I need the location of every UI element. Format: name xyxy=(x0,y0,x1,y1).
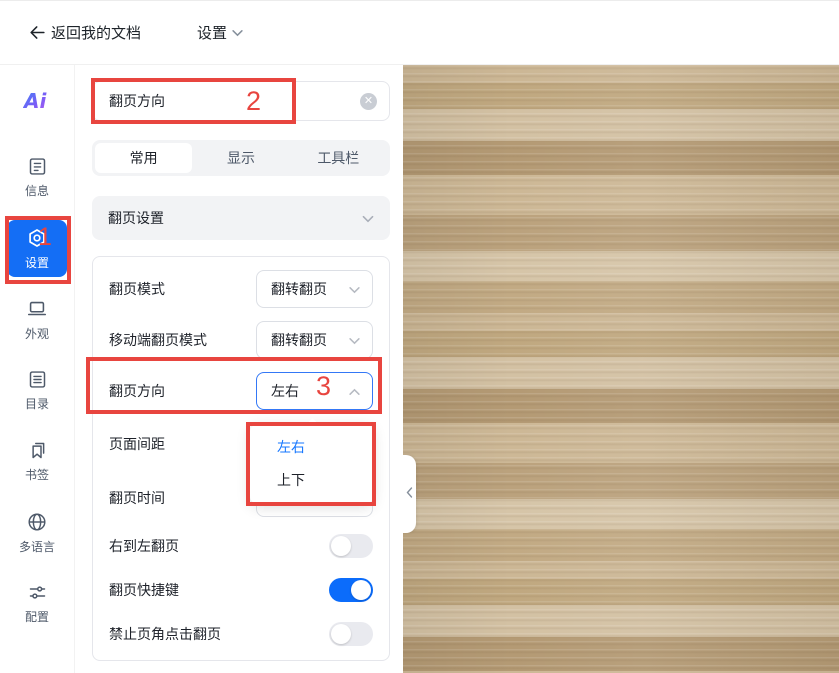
top-bar: 返回我的文档 设置 xyxy=(0,1,839,65)
chevron-left-icon xyxy=(406,487,413,501)
row-label: 翻页模式 xyxy=(109,279,165,299)
select-value: 翻转翻页 xyxy=(271,279,327,299)
row-label: 禁止页角点击翻页 xyxy=(109,624,221,644)
flip-settings-section-header[interactable]: 翻页设置 xyxy=(92,196,390,240)
row-label: 翻页方向 xyxy=(109,381,165,401)
sidebar-item-label: 书签 xyxy=(25,466,49,483)
setting-row-flip-shortcut: 翻页快捷键 xyxy=(109,577,373,603)
sidebar-item-bookmark[interactable]: 书签 xyxy=(7,433,67,490)
sidebar-item-info[interactable]: 信息 xyxy=(7,149,67,206)
flip-direction-dropdown: 左右 上下 xyxy=(250,424,373,504)
tab-display[interactable]: 显示 xyxy=(192,143,289,173)
app-logo-icon: Ai xyxy=(23,89,51,113)
chevron-down-icon xyxy=(349,332,360,348)
dropdown-option-horizontal[interactable]: 左右 xyxy=(250,431,373,464)
select-value: 左右 xyxy=(271,381,299,401)
row-label: 右到左翻页 xyxy=(109,536,179,556)
flip-shortcut-toggle[interactable] xyxy=(329,578,373,602)
toc-list-icon xyxy=(27,369,48,390)
flip-direction-select[interactable]: 左右 xyxy=(256,372,373,410)
sidebar-item-label: 配置 xyxy=(25,608,49,625)
sidebar-item-appearance[interactable]: 外观 xyxy=(7,291,67,348)
select-value: 翻转翻页 xyxy=(271,330,327,350)
setting-row-mobile-flip-mode: 移动端翻页模式 翻转翻页 xyxy=(109,321,373,359)
sidebar-nav: 信息 设置 外观 xyxy=(7,149,67,632)
chevron-down-icon xyxy=(349,281,360,297)
sidebar-item-toc[interactable]: 目录 xyxy=(7,362,67,419)
document-preview xyxy=(403,65,839,673)
section-title: 翻页设置 xyxy=(108,208,164,228)
row-label: 移动端翻页模式 xyxy=(109,330,207,350)
tab-toolbar[interactable]: 工具栏 xyxy=(290,143,387,173)
back-arrow-icon xyxy=(28,23,47,42)
chevron-down-icon xyxy=(362,210,374,226)
info-card-icon xyxy=(27,156,48,177)
gear-icon xyxy=(26,227,48,249)
sidebar-item-config[interactable]: 配置 xyxy=(7,575,67,632)
settings-panel: ✕ 常用 显示 工具栏 翻页设置 翻页模式 翻转翻页 xyxy=(75,65,403,673)
disable-corner-click-toggle[interactable] xyxy=(329,622,373,646)
toggle-knob xyxy=(351,580,371,600)
app-window: 返回我的文档 设置 Ai xyxy=(0,0,839,673)
sidebar-item-label: 信息 xyxy=(25,182,49,199)
sidebar-item-label: 目录 xyxy=(25,395,49,412)
tab-common[interactable]: 常用 xyxy=(95,143,192,173)
globe-icon xyxy=(26,511,48,533)
svg-text:Ai: Ai xyxy=(23,89,47,113)
chevron-up-icon xyxy=(349,383,360,399)
rtl-flip-toggle[interactable] xyxy=(329,534,373,558)
laptop-icon xyxy=(26,298,48,320)
row-label: 翻页时间 xyxy=(109,488,165,508)
back-to-documents-button[interactable]: 返回我的文档 xyxy=(28,22,141,43)
main-area: Ai 信息 设置 xyxy=(0,65,839,673)
search-input[interactable] xyxy=(97,93,360,109)
setting-row-rtl-flip: 右到左翻页 xyxy=(109,533,373,559)
setting-row-flip-mode: 翻页模式 翻转翻页 xyxy=(109,270,373,308)
panel-collapse-handle[interactable] xyxy=(403,455,416,533)
row-label: 页面间距 xyxy=(109,434,165,454)
dropdown-option-vertical[interactable]: 上下 xyxy=(250,464,373,497)
sliders-icon xyxy=(27,582,48,603)
setting-row-flip-direction: 翻页方向 左右 xyxy=(109,372,373,410)
sidebar-item-multilanguage[interactable]: 多语言 xyxy=(7,504,67,561)
chevron-down-icon xyxy=(232,24,243,42)
mobile-flip-mode-select[interactable]: 翻转翻页 xyxy=(256,321,373,359)
row-label: 翻页快捷键 xyxy=(109,580,179,600)
setting-row-disable-corner-click: 禁止页角点击翻页 xyxy=(109,621,373,647)
settings-menu-label: 设置 xyxy=(197,22,227,43)
clear-search-icon[interactable]: ✕ xyxy=(360,93,377,110)
sidebar: Ai 信息 设置 xyxy=(0,65,75,673)
sidebar-item-label: 外观 xyxy=(25,325,49,342)
panel-tabs: 常用 显示 工具栏 xyxy=(92,140,390,176)
search-box: ✕ xyxy=(92,81,390,121)
back-label: 返回我的文档 xyxy=(51,22,141,43)
sidebar-item-settings[interactable]: 设置 xyxy=(7,220,67,277)
sidebar-item-label: 设置 xyxy=(25,254,49,271)
flip-mode-select[interactable]: 翻转翻页 xyxy=(256,270,373,308)
toggle-knob xyxy=(331,536,351,556)
sidebar-item-label: 多语言 xyxy=(19,538,55,555)
bookmark-icon xyxy=(27,440,48,461)
toggle-knob xyxy=(331,624,351,644)
settings-menu-button[interactable]: 设置 xyxy=(197,22,243,43)
